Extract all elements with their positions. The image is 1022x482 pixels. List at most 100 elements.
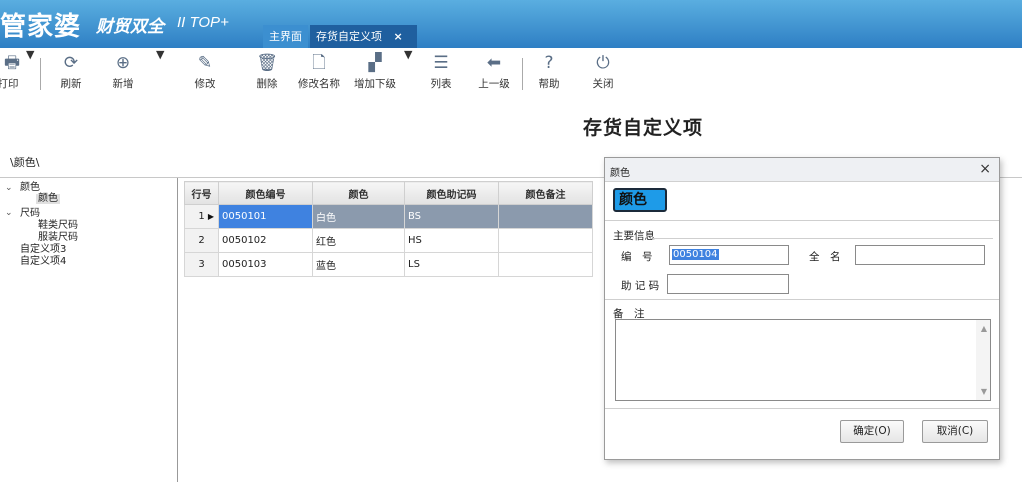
column-header[interactable]: 颜色编号	[218, 181, 313, 205]
refresh-button[interactable]: ⟳ 刷新	[56, 48, 86, 98]
column-header[interactable]: 颜色备注	[498, 181, 593, 205]
row-number: 1	[198, 211, 205, 222]
name-cell[interactable]: 蓝色	[312, 252, 405, 277]
tree-node[interactable]: 颜色	[36, 194, 60, 204]
mnemonic-cell[interactable]: HS	[404, 228, 499, 253]
divider	[605, 408, 999, 409]
close-label: 关闭	[592, 78, 614, 90]
refresh-icon: ⟳	[63, 53, 79, 73]
edit-label: 修改	[194, 78, 216, 90]
code-cell[interactable]: 0050103	[218, 252, 313, 277]
code-field[interactable]: 0050104	[669, 245, 789, 265]
column-header[interactable]: 颜色	[312, 181, 405, 205]
tab-inventory-custom-label: 存货自定义项	[316, 30, 382, 43]
mnemonic-label: 助 记 码	[621, 280, 660, 292]
tree-node[interactable]: 颜色	[20, 183, 40, 193]
toolbar-separator	[522, 58, 523, 90]
tab-home[interactable]: 主界面	[263, 25, 308, 48]
code-label: 编 号	[621, 251, 653, 263]
column-header[interactable]: 行号	[184, 181, 219, 205]
up-level-label: 上一级	[478, 78, 510, 90]
remark-cell[interactable]	[498, 228, 593, 253]
color-dialog: 颜色 × 颜色 主要信息 编 号 0050104 全 名 助 记 码 备 注 ▲…	[604, 157, 1000, 460]
table-row[interactable]: 3 0050103 蓝色 LS	[184, 252, 593, 277]
add-child-label: 增加下级	[354, 78, 396, 90]
delete-label: 删除	[256, 78, 278, 90]
help-label: 帮助	[538, 78, 560, 90]
scroll-up-icon[interactable]: ▲	[981, 324, 987, 333]
table-row[interactable]: 1 ▶ 0050101 白色 BS	[184, 204, 593, 229]
divider	[605, 220, 999, 221]
breadcrumb: \颜色\	[10, 156, 40, 169]
refresh-label: 刷新	[60, 78, 82, 90]
up-level-button[interactable]: ⬅ 上一级	[474, 48, 514, 98]
list-button[interactable]: ☰ 列表	[426, 48, 456, 98]
mnemonic-cell[interactable]: LS	[404, 252, 499, 277]
edit-button[interactable]: ✎ 修改	[190, 48, 220, 98]
fullname-field[interactable]	[855, 245, 985, 265]
dialog-title: 颜色	[610, 168, 630, 179]
notes-textarea[interactable]: ▲ ▼	[615, 319, 991, 401]
remark-cell[interactable]	[498, 204, 593, 229]
grid-header-row: 行号 颜色编号 颜色 颜色助记码 颜色备注	[184, 181, 593, 205]
expand-icon[interactable]: ⌄	[5, 208, 13, 218]
tree-node[interactable]: 尺码	[20, 209, 40, 219]
add-dropdown-icon[interactable]: ▼	[156, 48, 164, 98]
name-cell[interactable]: 红色	[312, 228, 405, 253]
table-row[interactable]: 2 0050102 红色 HS	[184, 228, 593, 253]
tree-node[interactable]: 鞋类尺码	[38, 221, 78, 231]
add-child-button[interactable]: ▞ 增加下级	[350, 48, 400, 98]
list-label: 列表	[430, 78, 452, 90]
tab-close-icon[interactable]: ×	[394, 30, 403, 43]
scroll-down-icon[interactable]: ▼	[981, 387, 987, 396]
print-button[interactable]: 🖶 打印	[0, 48, 24, 98]
close-button[interactable]: ⏻ 关闭	[588, 48, 618, 98]
document-icon: 🗋	[312, 53, 326, 73]
dialog-title-bar[interactable]: 颜色 ×	[605, 158, 999, 182]
add-child-dropdown-icon[interactable]: ▼	[404, 48, 412, 98]
rename-label: 修改名称	[298, 78, 340, 90]
tab-home-label: 主界面	[269, 30, 302, 43]
tree-node[interactable]: 自定义项3	[20, 245, 66, 255]
rename-button[interactable]: 🗋 修改名称	[294, 48, 344, 98]
app-window: 管家婆 财贸双全 II TOP+ 主界面 存货自定义项 × 🖶 打印 ▼ ⟳ 刷…	[0, 0, 1022, 482]
ok-button[interactable]: 确定(O)	[840, 420, 904, 443]
divider	[653, 238, 993, 239]
tab-inventory-custom[interactable]: 存货自定义项 ×	[310, 25, 417, 48]
edit-icon: ✎	[197, 53, 213, 73]
print-label: 打印	[0, 78, 19, 90]
code-cell[interactable]: 0050102	[218, 228, 313, 253]
cancel-button[interactable]: 取消(C)	[922, 420, 988, 443]
expand-icon[interactable]: ⌄	[5, 183, 13, 193]
column-header[interactable]: 颜色助记码	[404, 181, 499, 205]
dialog-close-icon[interactable]: ×	[979, 161, 991, 177]
mnemonic-field[interactable]	[667, 274, 789, 294]
row-number-cell: 2	[184, 228, 219, 253]
section-main-label: 主要信息	[613, 230, 655, 242]
code-cell[interactable]: 0050101	[218, 204, 313, 229]
hierarchy-icon: ▞	[368, 53, 382, 73]
row-number-cell: 3	[184, 252, 219, 277]
fullname-label: 全 名	[809, 251, 841, 263]
print-dropdown-icon[interactable]: ▼	[26, 48, 34, 98]
name-cell[interactable]: 白色	[312, 204, 405, 229]
list-icon: ☰	[433, 53, 449, 73]
help-icon: ?	[544, 53, 554, 73]
delete-button[interactable]: 🗑 删除	[252, 48, 282, 98]
category-tree: ⌄ 颜色 颜色 ⌄ 尺码 鞋类尺码 服装尺码 自定义项3 自定义项4	[0, 178, 178, 482]
add-button[interactable]: ⊕ 新增	[108, 48, 138, 98]
add-label: 新增	[112, 78, 134, 90]
tree-node[interactable]: 服装尺码	[38, 233, 78, 243]
printer-icon: 🖶	[3, 53, 21, 73]
brand-subtitle: 财贸双全	[96, 17, 164, 37]
trash-icon: 🗑	[256, 53, 278, 73]
help-button[interactable]: ? 帮助	[534, 48, 564, 98]
page-title: 存货自定义项	[583, 117, 704, 139]
notes-scrollbar[interactable]: ▲ ▼	[976, 320, 990, 400]
remark-cell[interactable]	[498, 252, 593, 277]
row-pointer-icon: ▶	[207, 212, 214, 221]
tree-node[interactable]: 自定义项4	[20, 257, 66, 267]
mnemonic-cell[interactable]: BS	[404, 204, 499, 229]
code-value: 0050104	[672, 249, 719, 260]
row-number-cell: 1 ▶	[184, 204, 219, 229]
